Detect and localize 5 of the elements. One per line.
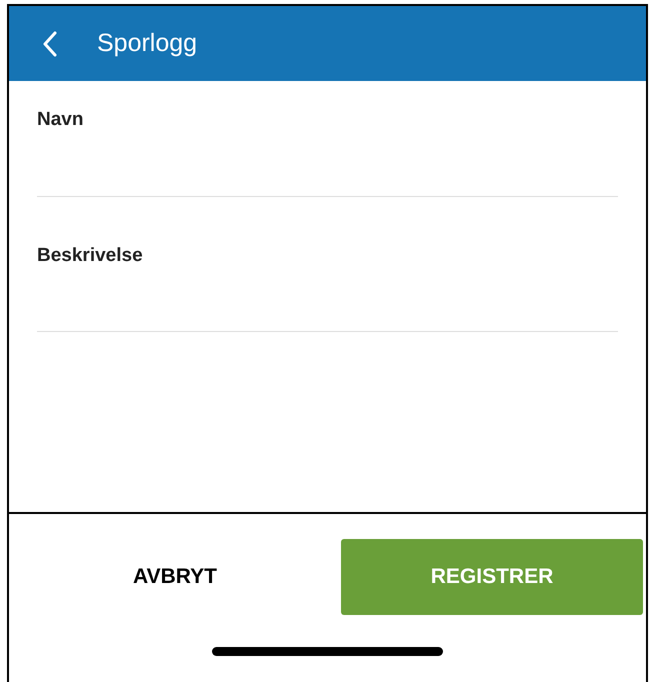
home-indicator[interactable]: [212, 647, 443, 656]
field-label: Navn: [37, 108, 84, 132]
back-icon[interactable]: [43, 30, 57, 56]
field-label: Beskrivelse: [37, 244, 144, 268]
screen-title: Sporlogg: [97, 28, 198, 59]
